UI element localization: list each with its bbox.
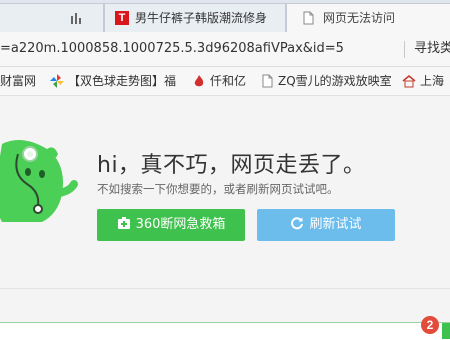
bookmark-label: ZQ雪儿的游戏放映室 xyxy=(278,74,392,88)
refresh-icon xyxy=(291,217,304,230)
bookmarks-bar: 财富网 【双色球走势图】福 仟和亿 ZQ雪儿的游戏放映室 上海 xyxy=(0,67,450,96)
bookmark-item[interactable]: 上海 xyxy=(402,67,444,95)
tab-active[interactable]: 网页无法访问 xyxy=(286,3,450,33)
bookmark-item[interactable]: 仟和亿 xyxy=(192,67,246,95)
mascot-illustration xyxy=(0,140,78,222)
bookmark-item[interactable]: 财富网 xyxy=(0,67,36,95)
page-icon xyxy=(262,74,273,88)
bookmark-label: 仟和亿 xyxy=(210,74,247,88)
refresh-button[interactable]: 刷新试试 xyxy=(257,209,395,241)
house-icon xyxy=(402,75,416,88)
bar-chart-icon xyxy=(71,13,81,24)
url-input[interactable]: =a220m.1000858.1000725.5.3d96208afiVPax&… xyxy=(0,32,400,66)
tab-title: 网页无法访问 xyxy=(323,11,396,25)
error-title: hi，真不巧，网页走丢了。 xyxy=(97,153,366,178)
rescue-button-label: 360断网急救箱 xyxy=(135,217,226,232)
bookmark-label: 【双色球走势图】福 xyxy=(68,74,177,88)
tmall-icon: T xyxy=(115,11,129,25)
page-icon xyxy=(303,11,314,25)
bookmark-item[interactable]: ZQ雪儿的游戏放映室 xyxy=(260,67,392,95)
search-button[interactable]: 寻找类 xyxy=(414,32,450,66)
first-aid-icon xyxy=(117,217,130,229)
refresh-button-label: 刷新试试 xyxy=(309,217,362,232)
tab-title: 男牛仔裤子韩版潮流修身 xyxy=(135,11,268,25)
rescue-button[interactable]: 360断网急救箱 xyxy=(97,209,245,241)
bookmark-label: 上海 xyxy=(420,74,445,88)
tab-strip: T 男牛仔裤子韩版潮流修身 网页无法访问 xyxy=(0,0,450,33)
bookmark-item[interactable]: 【双色球走势图】福 xyxy=(50,67,176,95)
divider xyxy=(0,288,450,289)
divider xyxy=(404,41,405,58)
tab-1[interactable] xyxy=(0,3,104,32)
side-tab[interactable] xyxy=(442,323,450,339)
bottom-panel xyxy=(0,322,450,340)
notification-badge[interactable]: 2 xyxy=(421,316,439,334)
flame-icon xyxy=(194,75,204,87)
pinwheel-icon xyxy=(50,74,64,88)
address-bar: =a220m.1000858.1000725.5.3d96208afiVPax&… xyxy=(0,32,450,67)
tab-2[interactable]: T 男牛仔裤子韩版潮流修身 xyxy=(104,3,286,32)
error-subtitle: 不如搜索一下你想要的，或者刷新网页试试吧。 xyxy=(97,182,339,196)
bookmark-label: 财富网 xyxy=(0,74,37,88)
